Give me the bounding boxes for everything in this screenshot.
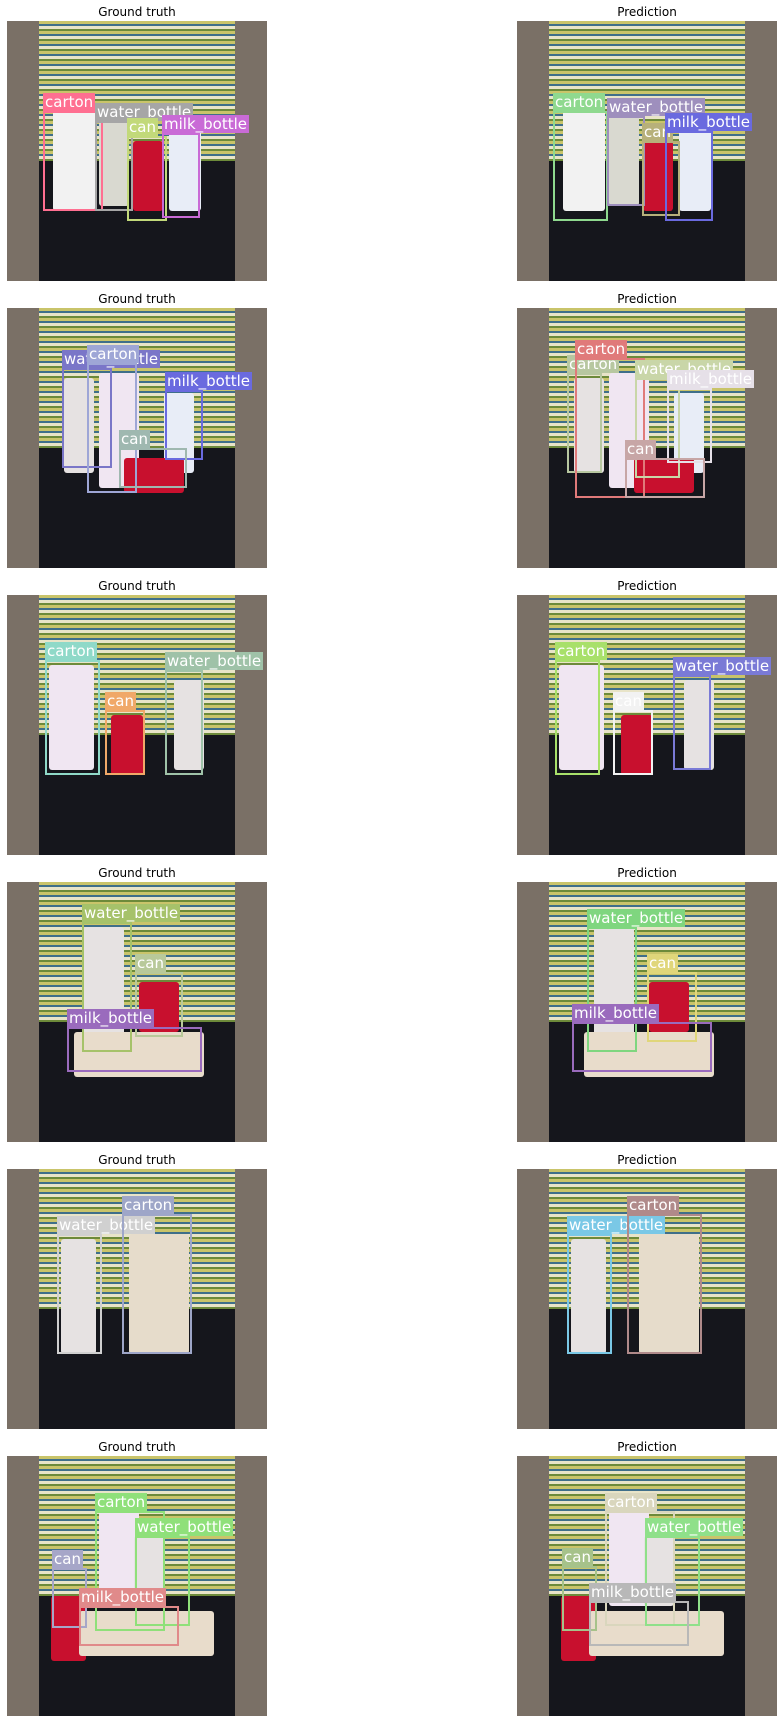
box-label: carton [45,642,98,660]
bounding-box-milk_bottle [67,1027,202,1072]
bounding-box-milk_bottle [665,131,713,221]
box-label: carton [43,93,96,111]
box-label: milk_bottle [79,1588,166,1606]
box-label: milk_bottle [165,372,252,390]
box-label: water_bottle [165,652,264,670]
bounding-box-can [613,710,653,775]
box-label: can [52,1550,83,1568]
ground-truth-title: Ground truth [98,866,176,880]
prediction-title: Prediction [617,866,677,880]
bounding-box-milk_bottle [589,1601,689,1646]
ground-truth-image-3: carton can water_bottle [7,595,267,855]
bounding-box-carton [555,660,600,775]
bounding-box-water_bottle [607,116,645,206]
box-label: can [135,954,166,972]
bounding-box-can [105,710,145,775]
ground-truth-title: Ground truth [98,1440,176,1454]
ground-truth-image-2: water_bottlecartonmilk_bottlecan [7,308,267,568]
box-label: milk_bottle [67,1009,154,1027]
bounding-box-milk_bottle [162,133,200,218]
prediction-title: Prediction [617,5,677,19]
bounding-box-carton [45,660,100,775]
bounding-box-carton [43,111,103,211]
prediction-image-6: carton water_bottlecan milk_bottle [517,1456,777,1716]
box-label: water_bottle [82,904,181,922]
prediction-image-1: carton water_bottle can milk_bottle [517,21,777,281]
box-label: water_bottle [135,1518,234,1536]
ground-truth-title: Ground truth [98,5,176,19]
bounding-box-can [625,458,705,498]
box-label: carton [575,340,628,358]
box-label: carton [555,642,608,660]
box-label: milk_bottle [667,370,754,388]
box-label: can [119,430,150,448]
prediction-image-3: carton can water_bottle [517,595,777,855]
prediction-title: Prediction [617,1153,677,1167]
box-label: can [562,1548,593,1566]
prediction-image-5: water_bottle carton [517,1169,777,1429]
prediction-image-2: carton carton water_bottle milk_bottle can [517,308,777,568]
box-label: carton [605,1493,658,1511]
bounding-box-water_bottle [567,1234,612,1354]
ground-truth-title: Ground truth [98,292,176,306]
box-label: water_bottle [645,1518,744,1536]
ground-truth-image-1: carton water_bottle can milk_bottle [7,21,267,281]
box-label: can [105,692,136,710]
prediction-title: Prediction [617,1440,677,1454]
prediction-image-4: water_bottlecan milk_bottle [517,882,777,1142]
box-label: milk_bottle [589,1583,676,1601]
box-label: milk_bottle [665,113,752,131]
ground-truth-image-5: water_bottle carton [7,1169,267,1429]
box-label: water_bottle [587,909,686,927]
bounding-box-milk_bottle [667,388,712,463]
box-label: can [625,440,656,458]
box-label: milk_bottle [572,1004,659,1022]
box-label: water_bottle [673,657,772,675]
bounding-box-carton [553,111,608,221]
box-label: carton [627,1196,680,1214]
bounding-box-milk_bottle [572,1022,712,1072]
box-label: can [127,118,158,136]
box-label: carton [122,1196,175,1214]
prediction-title: Prediction [617,292,677,306]
bounding-box-carton [122,1214,192,1354]
ground-truth-title: Ground truth [98,1153,176,1167]
box-label: can [613,692,644,710]
box-label: carton [87,345,140,363]
bounding-box-carton [627,1214,702,1354]
box-label: milk_bottle [162,115,249,133]
bounding-box-water_bottle [57,1234,102,1354]
ground-truth-image-4: water_bottlecan milk_bottle [7,882,267,1142]
bounding-box-milk_bottle [79,1606,179,1646]
prediction-title: Prediction [617,579,677,593]
box-label: carton [553,93,606,111]
box-label: can [647,954,678,972]
ground-truth-image-6: carton water_bottlecan milk_bottle [7,1456,267,1716]
box-label: carton [95,1493,148,1511]
ground-truth-title: Ground truth [98,579,176,593]
bounding-box-can [119,448,187,488]
bounding-box-water_bottle [673,675,711,770]
bounding-box-can [127,136,167,221]
bounding-box-water_bottle [165,670,203,775]
